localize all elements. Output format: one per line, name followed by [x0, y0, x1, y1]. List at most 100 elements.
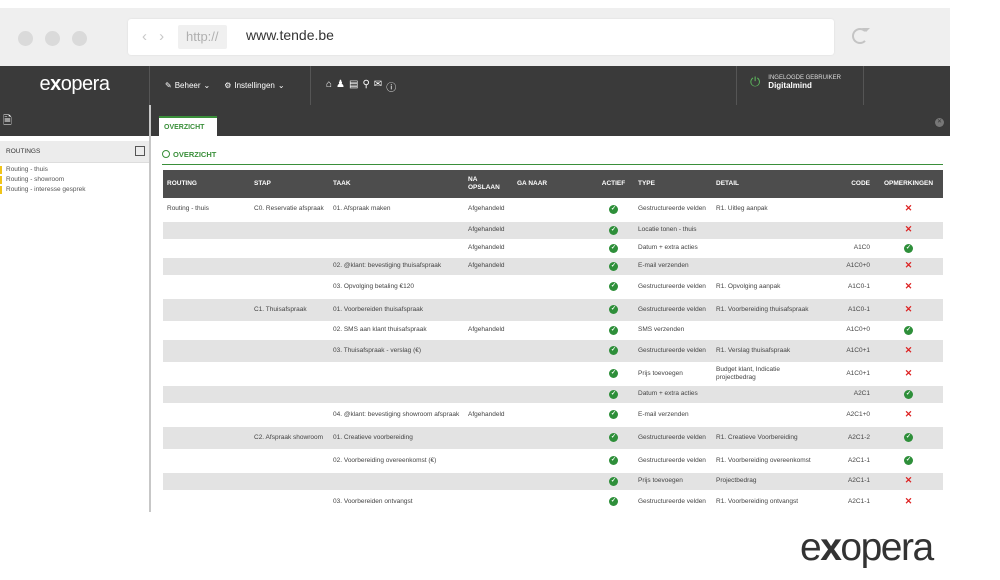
check-circle-icon[interactable]: ✓	[609, 243, 618, 253]
cross-icon[interactable]: ✕	[905, 281, 913, 291]
col-ga-naar[interactable]: GA NAAR	[513, 170, 593, 198]
check-circle-icon[interactable]: ✓	[609, 325, 618, 335]
address-bar[interactable]: ‹ › http:// www.tende.be	[128, 19, 834, 55]
tab-overzicht[interactable]: OVERZICHT	[159, 116, 218, 136]
maximize-window-button[interactable]	[72, 31, 87, 46]
menu-beheer[interactable]: ✎ Beheer ⌄	[165, 81, 210, 90]
table-row[interactable]: C2. Afspraak showroom 01. Creatieve voorb…	[163, 426, 943, 450]
col-type[interactable]: TYPE	[634, 170, 712, 198]
menu-instellingen[interactable]: ⚙ Instellingen ⌄	[224, 81, 284, 90]
cross-icon[interactable]: ✕	[905, 409, 913, 419]
info-icon[interactable]: ⓘ	[386, 79, 396, 94]
check-circle-icon[interactable]: ✓	[609, 282, 618, 291]
sidebar-item-routing-interesse[interactable]: Routing - interesse gesprek	[0, 185, 149, 195]
cell-routing	[163, 472, 250, 491]
cell-stap	[250, 239, 329, 258]
calendar-icon[interactable]: ▤	[349, 79, 358, 94]
check-circle-icon[interactable]: ✓	[609, 410, 618, 419]
table-row[interactable]: 02. @klant: bevestiging thuisafspraak Afg…	[163, 257, 943, 276]
check-circle-icon[interactable]: ✓	[609, 225, 618, 235]
cross-icon[interactable]: ✕	[905, 345, 913, 355]
logged-in-user[interactable]: ⏻ INGELOGDE GEBRUIKER Digitalmind	[750, 74, 841, 90]
cell-ga	[513, 385, 593, 404]
close-icon[interactable]: ✕	[935, 118, 944, 127]
check-circle-icon[interactable]: ✓	[609, 305, 618, 314]
back-forward-icons[interactable]: ‹ ›	[142, 28, 168, 45]
cross-icon[interactable]: ✕	[905, 368, 913, 378]
table-row[interactable]: Routing - thuis C0. Reservatie afspraak 01…	[163, 198, 943, 222]
col-na-opslaan[interactable]: NA OPSLAAN	[464, 170, 513, 198]
cell-detail	[712, 239, 820, 258]
app-logo[interactable]: exopera	[0, 66, 150, 105]
table-row[interactable]: ✓ Prijs toevoegen Budget klant, Indicatie …	[163, 362, 943, 386]
check-circle-icon[interactable]: ✓	[609, 369, 618, 378]
table-row[interactable]: ✓ Datum + extra acties A2C1 ✓	[163, 385, 943, 404]
col-routing[interactable]: ROUTING	[163, 170, 250, 198]
minimize-window-button[interactable]	[45, 31, 60, 46]
table-row[interactable]: 02. SMS aan klant thuisafspraak Afgehande…	[163, 321, 943, 340]
check-circle-icon[interactable]: ✓	[609, 433, 618, 442]
sidebar-heading-label: ROUTINGS	[6, 148, 41, 155]
table-row[interactable]: 03. Thuisafspraak - verslag (€) ✓ Gestruct…	[163, 339, 943, 363]
add-document-icon[interactable]: 🗎	[3, 115, 12, 127]
cell-detail	[712, 257, 820, 276]
cross-icon[interactable]: ✕	[905, 496, 913, 506]
cell-routing	[163, 449, 250, 473]
sidebar-item-routing-showroom[interactable]: Routing - showroom	[0, 175, 149, 185]
mail-icon[interactable]: ✉	[374, 79, 382, 94]
cell-na	[464, 449, 513, 473]
table-row[interactable]: 04. @klant: bevestiging showroom afspraa…	[163, 403, 943, 427]
sidebar-item-routing-thuis[interactable]: Routing - thuis	[0, 165, 149, 175]
cell-opmerkingen: ✓	[874, 449, 943, 473]
cell-type: E-mail verzenden	[634, 257, 712, 276]
col-detail[interactable]: DETAIL	[712, 170, 820, 198]
check-circle-icon[interactable]: ✓	[609, 456, 618, 465]
check-circle-icon[interactable]: ✓	[609, 261, 618, 271]
cell-code	[820, 198, 874, 222]
col-code[interactable]: CODE	[820, 170, 874, 198]
home-icon[interactable]: ⌂	[326, 79, 332, 94]
quick-icons: ⌂ ♟ ▤ ⚲ ✉ ⓘ	[326, 79, 396, 94]
col-actief[interactable]: ACTIEF	[593, 170, 634, 198]
table-row[interactable]: 02. Voorbereiding overeenkomst (€) ✓ Gestr…	[163, 449, 943, 473]
cross-icon[interactable]: ✕	[905, 260, 913, 270]
check-circle-icon[interactable]: ✓	[609, 389, 618, 399]
cross-icon[interactable]: ✕	[905, 203, 913, 213]
check-circle-icon[interactable]: ✓	[904, 456, 913, 465]
col-taak[interactable]: TAAK	[329, 170, 464, 198]
table-row[interactable]: ✓ Prijs toevoegen Projectbedrag A2C1-1 ✕	[163, 472, 943, 491]
check-circle-icon[interactable]: ✓	[609, 497, 618, 506]
col-opmerkingen[interactable]: OPMERKINGEN	[874, 170, 943, 198]
main-menu: ✎ Beheer ⌄ ⚙ Instellingen ⌄	[165, 66, 285, 105]
cell-stap	[250, 221, 329, 240]
cross-icon[interactable]: ✕	[905, 304, 913, 314]
table-row[interactable]: 03. Voorbereiden ontvangst ✓ Gestructureer…	[163, 490, 943, 514]
reload-icon[interactable]	[852, 28, 870, 44]
table-view-icon[interactable]	[135, 146, 145, 156]
cross-icon[interactable]: ✕	[905, 475, 913, 485]
check-circle-icon[interactable]: ✓	[609, 476, 618, 486]
check-circle-icon[interactable]: ✓	[904, 433, 913, 442]
cell-opmerkingen: ✕	[874, 472, 943, 491]
table-row[interactable]: C1. Thuisafspraak 01. Voorbereiden thuisa…	[163, 298, 943, 322]
table-row[interactable]: 03. Opvolging betaling €120 ✓ Gestructuree…	[163, 275, 943, 299]
cell-stap	[250, 449, 329, 473]
check-circle-icon[interactable]: ✓	[609, 204, 618, 214]
table-row[interactable]: Afgehandeld ✓ Datum + extra acties A1C0 ✓	[163, 239, 943, 258]
check-circle-icon[interactable]: ✓	[904, 325, 913, 335]
cell-routing	[163, 257, 250, 276]
table-row[interactable]: Afgehandeld ✓ Locatie tonen - thuis ✕	[163, 221, 943, 240]
cross-icon[interactable]: ✕	[905, 224, 913, 234]
check-circle-icon[interactable]: ✓	[904, 243, 913, 253]
check-circle-icon[interactable]: ✓	[609, 346, 618, 355]
cell-detail: R1. Voorbereiding ontvangst	[712, 490, 820, 514]
col-stap[interactable]: STAP	[250, 170, 329, 198]
cell-type: Gestructureerde velden	[634, 198, 712, 222]
close-window-button[interactable]	[18, 31, 33, 46]
power-icon[interactable]: ⏻	[750, 74, 760, 90]
check-circle-icon[interactable]: ✓	[904, 389, 913, 399]
url-text[interactable]: www.tende.be	[246, 27, 334, 43]
user-icon[interactable]: ♟	[336, 79, 345, 94]
map-pin-icon[interactable]: ⚲	[362, 79, 369, 94]
cell-detail: Projectbedrag	[712, 472, 820, 491]
